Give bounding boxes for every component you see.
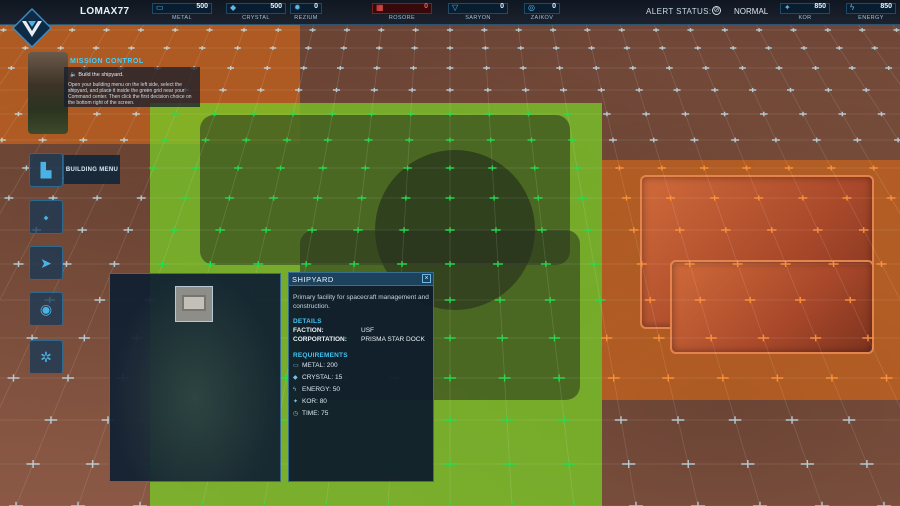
building-info-header: SHIPYARD ×	[289, 273, 433, 286]
metal-icon: ▭	[156, 3, 164, 12]
kor-icon: ✦	[784, 3, 791, 12]
defense-menu-button[interactable]: ⬩	[29, 200, 63, 234]
resource-energy: ϟ 850 ENERGY	[846, 3, 896, 21]
resource-rosore: ▦ 0 ROSORE	[372, 3, 432, 21]
resource-label: ZAIKOV	[530, 15, 554, 21]
building-menu-button[interactable]: ▙	[29, 153, 63, 187]
resource-label: METAL	[172, 15, 192, 21]
mission-description: Open your building menu on the left side…	[68, 82, 192, 106]
requirements-header: REQUIREMENTS	[293, 352, 348, 359]
resource-saryon: ▽ 0 SARYON	[448, 3, 508, 21]
crystal-icon: ◆	[230, 3, 237, 12]
requirement-text: CRYSTAL: 15	[302, 374, 343, 381]
details-header: DETAILS	[293, 318, 322, 325]
crystal-icon: ◆	[293, 375, 298, 381]
requirement-item: ◷ TIME: 75	[293, 410, 328, 417]
resource-label: REZIUM	[294, 15, 318, 21]
corporation-label: CORPORTATION:	[293, 336, 347, 343]
mission-task-text: Build the shipyard.	[78, 72, 124, 78]
building-title: SHIPYARD	[292, 275, 334, 284]
resource-value: 0	[424, 3, 428, 10]
defense-icon: ⬩	[43, 208, 49, 225]
close-icon[interactable]: ×	[422, 274, 431, 283]
resource-value: 500	[196, 3, 208, 10]
rezium-icon: ✹	[294, 3, 301, 12]
energy-icon: ϟ	[293, 387, 297, 393]
energy-icon: ϟ	[850, 3, 855, 12]
resource-metal: ▭ 500 METAL	[152, 3, 212, 21]
requirement-text: ENERGY: 50	[302, 386, 340, 393]
player-name: LOMAX77	[80, 6, 130, 17]
resource-crystal: ◆ 500 CRYSTAL	[226, 3, 286, 21]
mission-task: 🔈 Build the shipyard.	[70, 72, 124, 78]
requirement-item: ▭ METAL: 200	[293, 362, 338, 369]
requirement-item: ✦ KOR: 80	[293, 398, 327, 405]
resource-label: SARYON	[465, 15, 491, 21]
resource-label: KOR	[798, 15, 812, 21]
alert-status-icon: ⊘	[712, 6, 721, 15]
rosore-icon: ▦	[376, 3, 384, 12]
resource-label: ROSORE	[388, 15, 416, 21]
building-description: Primary facility for spacecraft manageme…	[293, 294, 429, 310]
ship-icon: ➤	[40, 254, 52, 271]
requirement-item: ◆ CRYSTAL: 15	[293, 374, 342, 381]
resource-value: 850	[880, 3, 892, 10]
resource-value: 500	[270, 3, 282, 10]
requirement-item: ϟ ENERGY: 50	[293, 386, 340, 393]
zaikov-icon: ◎	[528, 3, 535, 12]
saryon-icon: ▽	[452, 3, 459, 12]
tech-menu-button[interactable]: ✲	[29, 340, 63, 374]
metal-icon: ▭	[293, 363, 299, 369]
game-logo-icon[interactable]	[12, 8, 52, 48]
network-icon: ✲	[40, 348, 52, 365]
resource-kor: ✦ 850 KOR	[780, 3, 830, 21]
units-menu-button[interactable]: ➤	[29, 246, 63, 280]
commander-portrait	[28, 52, 68, 134]
requirement-text: KOR: 80	[302, 398, 327, 405]
resource-value: 850	[814, 3, 826, 10]
building-info-panel: SHIPYARD × Primary facility for spacecra…	[288, 272, 434, 482]
requirement-text: TIME: 75	[302, 410, 329, 417]
corporation-value: PRISMA STAR DOCK	[361, 336, 425, 343]
resource-label: CRYSTAL	[242, 15, 270, 21]
building-menu-label[interactable]: BUILDING MENU	[64, 155, 120, 184]
resource-value: 0	[314, 3, 318, 10]
time-icon: ◷	[293, 411, 299, 417]
alert-status-value: NORMAL	[734, 7, 769, 16]
speaker-icon: 🔈	[70, 72, 77, 78]
faction-value: USF	[361, 327, 374, 334]
resource-label: ENERGY	[858, 15, 884, 21]
shipyard-thumbnail[interactable]	[175, 286, 213, 322]
building-icon: ▙	[40, 161, 52, 178]
alert-status-label: ALERT STATUS:	[646, 7, 712, 16]
mission-title: MISSION CONTROL	[70, 58, 144, 65]
research-icon: ◉	[39, 300, 53, 317]
requirement-text: METAL: 200	[302, 362, 338, 369]
faction-label: FACTION:	[293, 327, 324, 334]
resource-bar: LOMAX77 ▭ 500 METAL ◆ 500 CRYSTAL ✹ 0 REZIUM ▦ 0 RO…	[0, 0, 900, 25]
resource-rezium: ✹ 0 REZIUM	[290, 3, 322, 21]
resource-zaikov: ◎ 0 ZAIKOV	[524, 3, 560, 21]
resource-value: 0	[552, 3, 556, 10]
research-menu-button[interactable]: ◉	[29, 292, 63, 326]
resource-value: 0	[500, 3, 504, 10]
kor-icon: ✦	[293, 399, 299, 405]
